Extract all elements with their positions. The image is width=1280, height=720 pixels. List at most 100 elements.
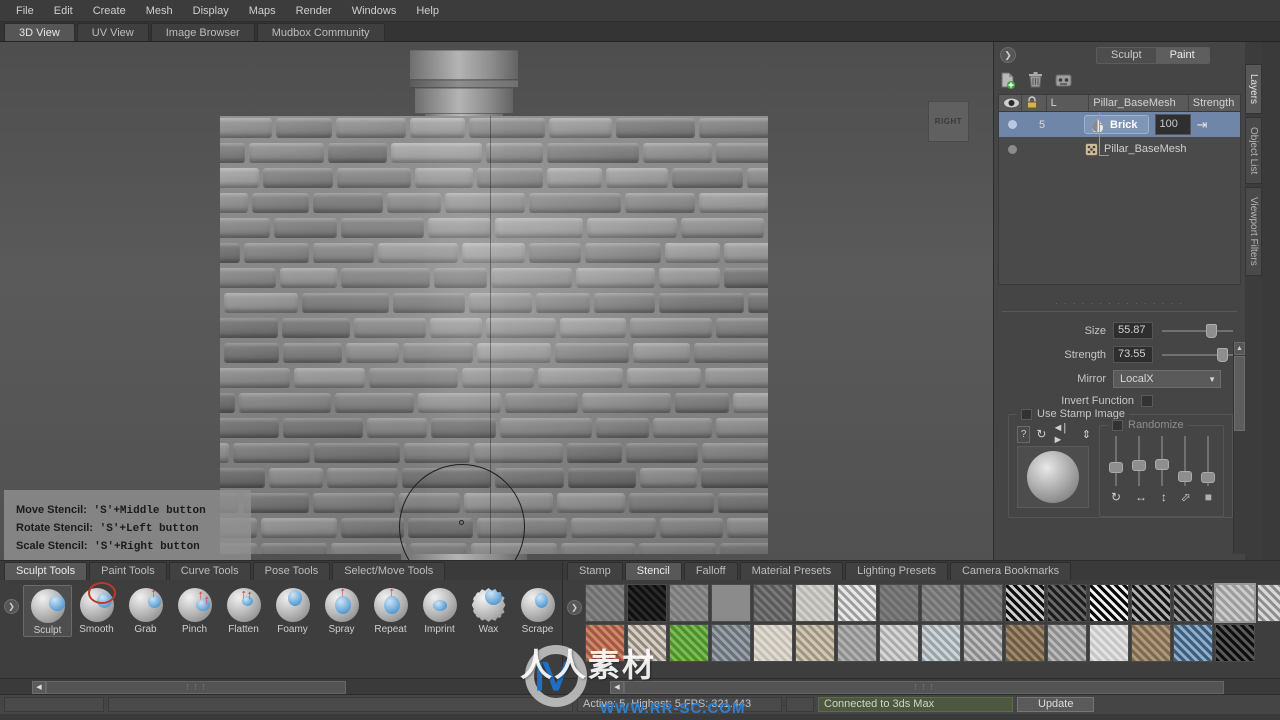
tool-scroll-left-icon[interactable]: ◀: [32, 680, 46, 694]
use-stamp-image-checkbox[interactable]: [1021, 408, 1032, 420]
stencil-thumbnail[interactable]: [795, 584, 835, 622]
sidebar-item-object-list[interactable]: Object List: [1245, 117, 1262, 185]
stencil-thumbnail[interactable]: [1005, 584, 1045, 622]
asset-scroll-left-icon[interactable]: ◀: [610, 680, 624, 694]
panel-splitter[interactable]: · · · · · · · · · · · · · · ·: [1004, 299, 1235, 308]
randomize-slider-1[interactable]: [1108, 436, 1124, 486]
stencil-thumbnail[interactable]: [1173, 584, 1213, 622]
tab-uv-view[interactable]: UV View: [76, 23, 149, 41]
scroll-up-icon[interactable]: ▲: [1234, 342, 1245, 355]
stencil-thumbnail[interactable]: [1047, 584, 1087, 622]
randomize-slider-knob[interactable]: [1131, 460, 1146, 471]
asset-tray-scrollbar[interactable]: ◀ ⋮⋮⋮: [588, 679, 1280, 695]
stencil-thumbnail[interactable]: [627, 584, 667, 622]
tab-select-move-tools[interactable]: Select/Move Tools: [332, 562, 446, 580]
stencil-thumbnail[interactable]: [753, 584, 793, 622]
tool-scroll-thumb[interactable]: ⋮⋮⋮: [46, 680, 346, 694]
stencil-thumbnail[interactable]: [711, 584, 751, 622]
collapse-panel-icon[interactable]: ❯: [1000, 47, 1016, 63]
menu-item-mesh[interactable]: Mesh: [136, 3, 183, 19]
mode-button-paint[interactable]: Paint: [1155, 47, 1209, 63]
stamp-thumbnail[interactable]: [1017, 446, 1089, 508]
randomize-slider-5[interactable]: [1200, 436, 1216, 486]
menu-item-edit[interactable]: Edit: [44, 3, 83, 19]
sculpt-paint-toggle[interactable]: Sculpt Paint: [1096, 46, 1210, 64]
randomize-slider-2[interactable]: [1131, 436, 1147, 486]
right-panel-scrollbar[interactable]: ▲: [1233, 342, 1245, 554]
stencil-thumbnail[interactable]: [1131, 584, 1171, 622]
randomize-slider-knob[interactable]: [1200, 472, 1215, 483]
tool-button-flatten[interactable]: ↑ ↑ Flatten: [219, 585, 268, 637]
flip-horizontal-icon[interactable]: ◄|►: [1052, 422, 1075, 446]
size-slider-knob[interactable]: [1206, 324, 1218, 338]
tab-mudbox-community[interactable]: Mudbox Community: [256, 23, 385, 41]
tab-stamp[interactable]: Stamp: [567, 562, 623, 580]
tab-paint-tools[interactable]: Paint Tools: [89, 562, 167, 580]
tab-material-presets[interactable]: Material Presets: [739, 562, 844, 580]
question-icon[interactable]: ?: [1017, 425, 1031, 443]
rand-vertical-icon[interactable]: ↕: [1161, 490, 1167, 504]
mode-button-sculpt[interactable]: Sculpt: [1097, 47, 1156, 63]
stencil-thumbnail[interactable]: [879, 624, 919, 662]
invert-function-checkbox[interactable]: [1141, 395, 1153, 407]
tool-button-pinch[interactable]: ↑ ↑ Pinch: [170, 585, 219, 637]
randomize-slider-4[interactable]: [1177, 436, 1193, 486]
menu-item-maps[interactable]: Maps: [239, 3, 286, 19]
randomize-checkbox[interactable]: [1112, 419, 1123, 431]
layer-strength-input[interactable]: 100: [1154, 114, 1191, 135]
tool-button-spray[interactable]: ↑ Spray: [317, 585, 366, 637]
tab-stencil[interactable]: Stencil: [624, 562, 682, 580]
tool-button-repeat[interactable]: ↑ Repeat: [366, 585, 415, 637]
strength-slider[interactable]: [1162, 346, 1233, 363]
size-slider[interactable]: [1162, 322, 1233, 339]
scrollbar-thumb[interactable]: [1234, 356, 1245, 431]
stencil-thumbnail[interactable]: [585, 584, 625, 622]
view-cube[interactable]: RIGHT: [928, 101, 969, 142]
randomize-slider-knob[interactable]: [1108, 462, 1123, 473]
stencil-thumbnail[interactable]: [921, 624, 961, 662]
delete-layer-icon[interactable]: [1026, 71, 1045, 90]
tool-button-sculpt[interactable]: Sculpt: [23, 585, 72, 637]
stencil-thumbnail[interactable]: [1089, 624, 1129, 662]
randomize-slider-3[interactable]: [1154, 436, 1170, 486]
layer-name-chip[interactable]: Brick: [1084, 115, 1149, 134]
menu-item-windows[interactable]: Windows: [342, 3, 407, 19]
tab-falloff[interactable]: Falloff: [683, 562, 738, 580]
rand-square-icon[interactable]: ■: [1205, 490, 1212, 504]
rand-scale-icon[interactable]: ⬀: [1181, 490, 1191, 504]
3d-viewport[interactable]: RIGHT Move Stencil: 'S'+Middle button Ro…: [0, 42, 993, 560]
new-layer-icon[interactable]: [998, 71, 1017, 90]
stencil-thumbnail[interactable]: [669, 624, 709, 662]
tool-button-foamy[interactable]: Foamy: [268, 585, 317, 637]
stencil-thumbnail[interactable]: [1131, 624, 1171, 662]
tool-button-scrape[interactable]: Scrape: [513, 585, 562, 637]
flip-vertical-icon[interactable]: ⇕: [1082, 428, 1091, 441]
tool-tray-expand-icon[interactable]: ❯: [4, 599, 19, 614]
tab-lighting-presets[interactable]: Lighting Presets: [845, 562, 948, 580]
stencil-thumbnail[interactable]: [963, 624, 1003, 662]
tool-tray-scrollbar[interactable]: ◀ ⋮⋮⋮: [0, 679, 588, 695]
rand-horizontal-icon[interactable]: ↔: [1135, 490, 1147, 504]
stencil-thumbnail[interactable]: [585, 624, 625, 662]
layer-row-brick[interactable]: 5 Brick 100 ⇥: [999, 112, 1240, 137]
layer-visibility-dot[interactable]: [1008, 120, 1017, 129]
tab-3d-view[interactable]: 3D View: [4, 23, 75, 41]
menu-item-display[interactable]: Display: [183, 3, 239, 19]
mesh-visibility-dot[interactable]: [1008, 144, 1017, 154]
stencil-thumbnail[interactable]: [921, 584, 961, 622]
rand-rotate-icon[interactable]: ↻: [1111, 490, 1121, 504]
stencil-thumbnail[interactable]: [1215, 624, 1255, 662]
sidebar-item-layers[interactable]: Layers: [1245, 64, 1262, 115]
merge-layer-icon[interactable]: [1054, 71, 1073, 90]
stencil-thumbnail[interactable]: [1047, 624, 1087, 662]
tab-sculpt-tools[interactable]: Sculpt Tools: [4, 562, 88, 580]
stencil-thumbnail[interactable]: [837, 584, 877, 622]
layer-expand-icon[interactable]: ⇥: [1197, 117, 1208, 133]
tab-camera-bookmarks[interactable]: Camera Bookmarks: [949, 562, 1072, 580]
layers-list[interactable]: 5 Brick 100 ⇥ Pillar_BaseMesh: [999, 112, 1240, 284]
stencil-thumbnail[interactable]: [1005, 624, 1045, 662]
menu-item-render[interactable]: Render: [286, 3, 342, 19]
stencil-thumbnail[interactable]: [879, 584, 919, 622]
tool-button-grab[interactable]: ↑ Grab: [121, 585, 170, 637]
tool-button-wax[interactable]: Wax: [464, 585, 513, 637]
